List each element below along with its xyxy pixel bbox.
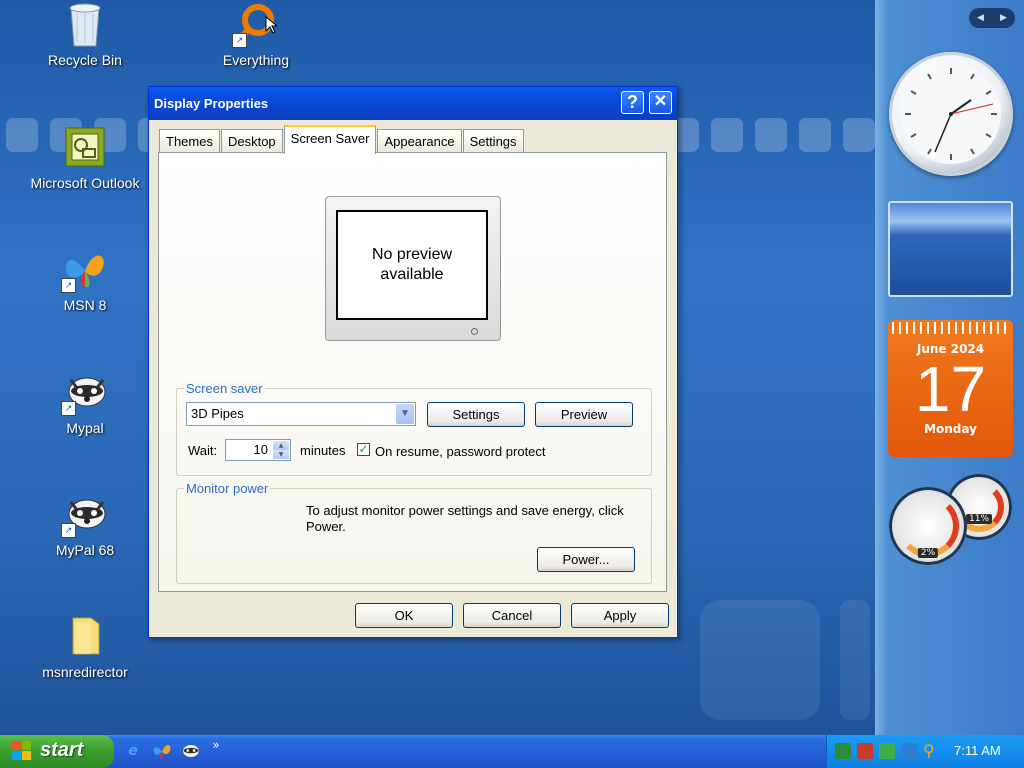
desktop-icon-microsoft-outlook[interactable]: Microsoft Outlook (25, 125, 145, 191)
recycle-bin-icon (63, 2, 107, 47)
internet-explorer-icon[interactable]: e (123, 741, 143, 761)
screen-saver-selected: 3D Pipes (191, 406, 244, 421)
windows-flag-icon (12, 741, 32, 761)
msn-quicklaunch-icon[interactable] (152, 741, 172, 761)
raccoon-icon: ↗ (61, 492, 107, 538)
system-tray: ⚲ 7:11 AM (826, 735, 1024, 768)
password-protect-checkbox[interactable]: ✓ (357, 443, 370, 456)
screen-saver-select[interactable]: 3D Pipes ▼ (186, 402, 416, 426)
cpu-value: 2% (917, 548, 939, 558)
screen-saver-panel: No preview available Screen saver 3D Pip… (158, 152, 667, 592)
wait-minutes-spinner[interactable]: 10 ▲ ▼ (225, 439, 291, 461)
shortcut-arrow-icon: ↗ (61, 523, 76, 538)
desktop-icon-label: Recycle Bin (48, 52, 122, 68)
start-label: start (40, 739, 84, 761)
folder-icon (63, 614, 107, 658)
password-protect-label[interactable]: On resume, password protect (375, 444, 546, 459)
spinner-buttons[interactable]: ▲ ▼ (273, 441, 289, 459)
dialog-titlebar[interactable]: Display Properties ? ✕ (149, 87, 677, 120)
desktop-icon-label: Microsoft Outlook (30, 175, 140, 191)
monitor-power-description: To adjust monitor power settings and sav… (306, 503, 624, 534)
minutes-label: minutes (300, 443, 346, 458)
tab-settings[interactable]: Settings (462, 129, 524, 153)
sidebar-previous-icon[interactable]: ◀ (977, 13, 984, 23)
update-icon[interactable] (879, 743, 895, 759)
wait-label: Wait: (188, 443, 218, 458)
tab-themes[interactable]: Themes (159, 129, 220, 153)
desktop-icon-mypal-68[interactable]: ↗ MyPal 68 (25, 492, 145, 558)
screen-saver-preview-button[interactable]: Preview (535, 402, 633, 427)
clock-gadget[interactable] (889, 52, 1013, 176)
display-properties-dialog: Display Properties ? ✕ Themes Desktop Sc… (148, 86, 678, 638)
dialog-title: Display Properties (154, 96, 269, 111)
preview-screen: No preview available (336, 210, 488, 320)
calendar-weekday: Monday (924, 422, 977, 436)
tab-strip: Themes Desktop Screen Saver Appearance S… (159, 125, 525, 154)
background-glow (700, 600, 820, 720)
background-glow (840, 600, 870, 720)
power-button[interactable]: Power... (537, 547, 635, 572)
desktop-icon-msnredirector[interactable]: msnredirector (25, 614, 145, 680)
raccoon-icon: ↗ (61, 370, 107, 416)
security-alert-icon[interactable] (857, 743, 873, 759)
sidebar-navigation[interactable]: ◀ ▶ (969, 8, 1015, 28)
display-icon[interactable] (901, 743, 917, 759)
tab-appearance[interactable]: Appearance (377, 129, 462, 153)
shortcut-arrow-icon: ↗ (61, 401, 76, 416)
desktop-icon-label: msnredirector (42, 664, 128, 680)
screen-saver-group-label: Screen saver (184, 381, 265, 396)
dropdown-arrow-icon[interactable]: ▼ (396, 404, 414, 424)
desktop-icon-label: MSN 8 (63, 297, 107, 313)
search-icon[interactable]: ⚲ (923, 743, 939, 759)
desktop-icon-recycle-bin[interactable]: Recycle Bin (25, 2, 145, 68)
mouse-pointer-icon (265, 16, 277, 34)
tab-desktop[interactable]: Desktop (220, 129, 283, 153)
desktop-icon-label: MyPal 68 (55, 542, 115, 558)
desktop-icon-msn-8[interactable]: ↗ MSN 8 (25, 247, 145, 313)
close-button[interactable]: ✕ (649, 91, 672, 114)
outlook-icon (63, 125, 107, 169)
network-icon[interactable] (835, 743, 851, 759)
monitor-led-icon (471, 328, 478, 335)
monitor-power-group-label: Monitor power (184, 481, 271, 496)
monitor-preview: No preview available (325, 196, 501, 341)
desktop-icon-everything[interactable]: ↗ Everything (196, 2, 316, 68)
calendar-rings (892, 322, 1009, 334)
wait-minutes-value: 10 (253, 442, 268, 457)
monitor-power-group: Monitor power To adjust monitor power se… (176, 481, 652, 584)
apply-button[interactable]: Apply (571, 603, 669, 628)
calendar-gadget[interactable]: June 2024 17 Monday (888, 320, 1013, 457)
screen-saver-group: Screen saver 3D Pipes ▼ Settings Preview… (176, 381, 652, 476)
tab-screen-saver[interactable]: Screen Saver (283, 125, 377, 154)
clock-time[interactable]: 7:11 AM (954, 743, 1001, 758)
help-button[interactable]: ? (621, 91, 644, 114)
spin-down-icon[interactable]: ▼ (273, 450, 289, 459)
screen-saver-settings-button[interactable]: Settings (427, 402, 525, 427)
memory-value: 11% (965, 514, 993, 524)
ok-button[interactable]: OK (355, 603, 453, 628)
calendar-day: 17 (914, 353, 987, 425)
sidebar-next-icon[interactable]: ▶ (1000, 13, 1007, 23)
shortcut-arrow-icon: ↗ (232, 33, 247, 48)
quicklaunch-overflow-icon[interactable]: » (206, 735, 226, 755)
mypal-quicklaunch-icon[interactable] (180, 741, 200, 761)
spin-up-icon[interactable]: ▲ (273, 441, 289, 450)
taskbar: start e » ⚲ 7:11 AM (0, 735, 1024, 768)
start-button[interactable]: start (0, 735, 114, 768)
cancel-button[interactable]: Cancel (463, 603, 561, 628)
clock-face (901, 64, 1001, 164)
cpu-meter-gadget[interactable]: 2% (889, 487, 967, 565)
shortcut-arrow-icon: ↗ (61, 278, 76, 293)
desktop-icon-label: Mypal (66, 420, 104, 436)
slideshow-gadget[interactable] (888, 201, 1013, 297)
clock-hands-icon (905, 68, 997, 160)
desktop-icon-mypal[interactable]: ↗ Mypal (25, 370, 145, 436)
desktop-icon-label: Everything (222, 52, 290, 68)
msn-butterfly-icon: ↗ (61, 247, 107, 293)
